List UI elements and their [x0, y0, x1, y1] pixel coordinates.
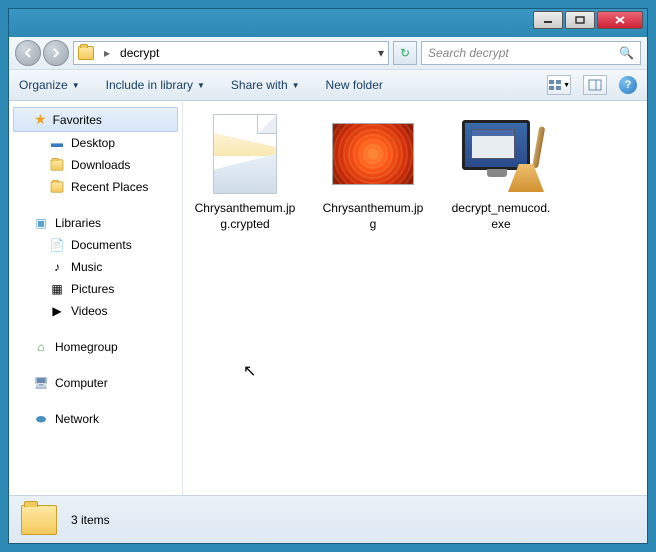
desktop-icon: ▬ — [49, 135, 65, 151]
documents-icon: 📄 — [49, 237, 65, 253]
exe-icon — [458, 114, 544, 194]
new-folder-button[interactable]: New folder — [326, 78, 383, 92]
status-text: 3 items — [71, 513, 110, 527]
file-label: Chrysanthemum.jpg — [321, 201, 425, 232]
forward-button[interactable] — [43, 40, 69, 66]
chevron-down-icon: ▼ — [292, 81, 300, 90]
status-bar: 3 items — [9, 495, 647, 543]
share-with-menu[interactable]: Share with▼ — [231, 78, 300, 92]
file-item[interactable]: decrypt_nemucod.exe — [449, 111, 553, 232]
libraries-icon: ▣ — [33, 215, 49, 231]
sidebar-network[interactable]: ⬬Network — [9, 408, 182, 430]
music-icon: ♪ — [49, 259, 65, 275]
organize-menu[interactable]: Organize▼ — [19, 78, 80, 92]
sidebar-item-recent[interactable]: Recent Places — [9, 176, 182, 198]
sidebar-item-documents[interactable]: 📄Documents — [9, 234, 182, 256]
refresh-button[interactable]: ↻ — [393, 41, 417, 65]
back-button[interactable] — [15, 40, 41, 66]
address-bar[interactable]: ▸ decrypt ▾ — [73, 41, 389, 65]
maximize-button[interactable] — [565, 11, 595, 29]
pictures-icon: ▦ — [49, 281, 65, 297]
sidebar-computer[interactable]: 🖥Computer — [9, 372, 182, 394]
recent-icon — [49, 179, 65, 195]
breadcrumb-segment[interactable]: decrypt — [120, 46, 159, 60]
navigation-pane: ★Favorites ▬Desktop Downloads Recent Pla… — [9, 101, 183, 495]
preview-pane-button[interactable] — [583, 75, 607, 95]
search-box[interactable]: Search decrypt 🔍 — [421, 41, 641, 65]
body: ★Favorites ▬Desktop Downloads Recent Pla… — [9, 101, 647, 495]
computer-icon: 🖥 — [33, 375, 49, 391]
command-bar: Organize▼ Include in library▼ Share with… — [9, 69, 647, 101]
sidebar-libraries[interactable]: ▣Libraries — [9, 212, 182, 234]
file-list[interactable]: Chrysanthemum.jpg.crypted Chrysanthemum.… — [183, 101, 647, 495]
chevron-down-icon: ▼ — [197, 81, 205, 90]
sidebar-item-downloads[interactable]: Downloads — [9, 154, 182, 176]
crypted-file-icon — [213, 114, 277, 194]
mouse-cursor-icon: ↖ — [243, 361, 256, 381]
file-item[interactable]: Chrysanthemum.jpg.crypted — [193, 111, 297, 232]
titlebar — [9, 9, 647, 37]
folder-icon — [78, 46, 94, 60]
folder-icon — [21, 505, 57, 535]
sidebar-item-pictures[interactable]: ▦Pictures — [9, 278, 182, 300]
search-icon: 🔍 — [619, 46, 634, 60]
sidebar-item-desktop[interactable]: ▬Desktop — [9, 132, 182, 154]
file-label: Chrysanthemum.jpg.crypted — [193, 201, 297, 232]
image-thumbnail — [332, 123, 414, 185]
homegroup-icon: ⌂ — [33, 339, 49, 355]
minimize-button[interactable] — [533, 11, 563, 29]
file-label: decrypt_nemucod.exe — [449, 201, 553, 232]
search-placeholder: Search decrypt — [428, 46, 509, 60]
sidebar-item-music[interactable]: ♪Music — [9, 256, 182, 278]
chevron-down-icon: ▼ — [72, 81, 80, 90]
sidebar-homegroup[interactable]: ⌂Homegroup — [9, 336, 182, 358]
file-item[interactable]: Chrysanthemum.jpg — [321, 111, 425, 232]
close-button[interactable] — [597, 11, 643, 29]
explorer-window: ▸ decrypt ▾ ↻ Search decrypt 🔍 Organize▼… — [8, 8, 648, 544]
network-icon: ⬬ — [33, 411, 49, 427]
sidebar-item-videos[interactable]: ▶Videos — [9, 300, 182, 322]
change-view-button[interactable]: ▼ — [547, 75, 571, 95]
help-button[interactable]: ? — [619, 76, 637, 94]
videos-icon: ▶ — [49, 303, 65, 319]
star-icon: ★ — [34, 111, 47, 128]
sidebar-favorites[interactable]: ★Favorites — [13, 107, 178, 132]
downloads-icon — [49, 157, 65, 173]
address-dropdown-icon[interactable]: ▾ — [378, 46, 384, 60]
breadcrumb-chevron-icon[interactable]: ▸ — [100, 46, 114, 60]
include-in-library-menu[interactable]: Include in library▼ — [106, 78, 205, 92]
nav-row: ▸ decrypt ▾ ↻ Search decrypt 🔍 — [9, 37, 647, 69]
